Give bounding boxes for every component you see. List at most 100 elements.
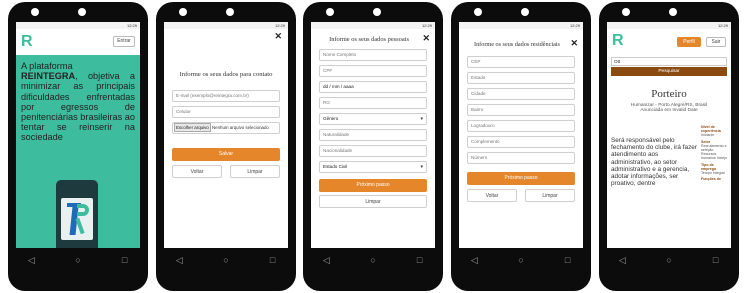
employment-type-label: Tipo de emprego [701, 162, 717, 171]
file-status: Nenhum arquivo selecionado [211, 125, 269, 130]
choose-file-button[interactable]: Escolher arquivo [174, 123, 211, 132]
brand-name: REINTEGRA [21, 71, 76, 82]
form-title: Informe os seus dados pessoais [329, 36, 409, 43]
camera-dot [474, 8, 482, 16]
close-icon[interactable]: ✕ [274, 31, 282, 42]
profile-button[interactable]: Perfil [677, 37, 701, 47]
cpf-field[interactable]: CPF [319, 65, 427, 77]
form-title: Informe os seus dados para contato [179, 71, 273, 78]
civil-status-select[interactable]: Estado Civil [319, 161, 427, 173]
street-field[interactable]: Logradouro [467, 120, 575, 132]
top-bar: R Perfil Sair [607, 29, 731, 55]
phone-frame-2: 12:29 ✕ Informe os seus dados para conta… [156, 2, 296, 291]
save-button[interactable]: Salvar [172, 148, 280, 161]
phone-frame-1: 12:29 R Entrar A plataforma REINTEGRA, o… [8, 2, 148, 291]
logo: R [21, 33, 33, 50]
close-icon[interactable]: ✕ [570, 38, 578, 49]
nav-bar: ◁ ○ □ [599, 252, 739, 268]
sector-value: Recrutamento e seleção Recursos humanos … [701, 143, 727, 161]
next-step-button[interactable]: Próximo passo [319, 179, 427, 192]
back-nav-icon[interactable]: ◁ [17, 255, 45, 266]
neighborhood-field[interactable]: Bairro [467, 104, 575, 116]
rg-field[interactable]: RG [319, 97, 427, 109]
logout-button[interactable]: Sair [706, 37, 726, 47]
camera-dot [179, 8, 187, 16]
job-title: Porteiro [651, 88, 687, 100]
search-input[interactable]: Ott [611, 57, 727, 66]
back-button[interactable]: Voltar [172, 165, 222, 178]
number-field[interactable]: Número [467, 152, 575, 164]
address-data-screen: 12:29 ✕ Informe os seus dados residência… [459, 22, 583, 248]
illustration-logo [61, 198, 93, 240]
back-nav-icon[interactable]: ◁ [460, 255, 488, 266]
enter-button[interactable]: Entrar [113, 36, 135, 47]
recents-nav-icon[interactable]: □ [554, 255, 582, 265]
full-name-field[interactable]: Nome Completo [319, 49, 427, 61]
job-sidebar: Nível de experiência Iniciante Setor Rec… [699, 125, 727, 205]
sensor-dot [669, 8, 677, 16]
close-icon[interactable]: ✕ [422, 33, 430, 44]
intro-text: A plataforma REINTEGRA, objetiva a minim… [16, 55, 140, 143]
clear-button[interactable]: Limpar [525, 189, 575, 202]
nav-bar: ◁ ○ □ [8, 252, 148, 268]
recents-nav-icon[interactable]: □ [406, 255, 434, 265]
city-field[interactable]: Cidade [467, 88, 575, 100]
sensor-dot [78, 8, 86, 16]
form-title: Informe os seus dados residênciais [474, 41, 560, 48]
home-nav-icon[interactable]: ○ [655, 255, 683, 265]
button-row: Voltar Limpar [467, 189, 575, 202]
experience-value: Iniciante [701, 133, 715, 138]
back-nav-icon[interactable]: ◁ [312, 255, 340, 266]
sensor-dot [373, 8, 381, 16]
birthplace-field[interactable]: Naturalidade [319, 129, 427, 141]
top-bar: R Entrar [16, 29, 140, 55]
search-button[interactable]: Pesquisar [611, 67, 727, 76]
functions-label: Funções de [701, 177, 721, 182]
button-row: Voltar Limpar [172, 165, 280, 178]
home-nav-icon[interactable]: ○ [359, 255, 387, 265]
job-details: Será responsável pelo fechamento do club… [607, 125, 731, 205]
nationality-field[interactable]: Nacionalidade [319, 145, 427, 157]
sensor-dot [226, 8, 234, 16]
cep-field[interactable]: CEP [467, 56, 575, 68]
sensor-dot [521, 8, 529, 16]
status-bar: 12:29 [164, 22, 288, 29]
nav-bar: ◁ ○ □ [156, 252, 296, 268]
next-step-button[interactable]: Próximo passo [467, 172, 575, 185]
gender-select[interactable]: Gênero [319, 113, 427, 125]
home-nav-icon[interactable]: ○ [212, 255, 240, 265]
recents-nav-icon[interactable]: □ [702, 255, 730, 265]
file-upload[interactable]: Escolher arquivo Nenhum arquivo selecion… [172, 122, 280, 134]
intro-lead: A plataforma [21, 61, 73, 71]
experience-label: Nível de experiência [701, 125, 721, 134]
phone-frame-5: 12:29 R Perfil Sair Ott Pesquisar Portei… [599, 2, 739, 291]
nav-bar: ◁ ○ □ [303, 252, 443, 268]
back-button[interactable]: Voltar [467, 189, 517, 202]
recents-nav-icon[interactable]: □ [111, 255, 139, 265]
back-nav-icon[interactable]: ◁ [608, 255, 636, 266]
intro-body: , objetiva a minimizar as principais dif… [21, 71, 135, 143]
complement-field[interactable]: Complemento [467, 136, 575, 148]
nav-bar: ◁ ○ □ [451, 252, 591, 268]
email-field[interactable]: E-mail (exemplo@reintegra.com.br) [172, 90, 280, 102]
status-bar: 12:29 [311, 22, 435, 29]
home-nav-icon[interactable]: ○ [64, 255, 92, 265]
phone-frame-4: 12:29 ✕ Informe os seus dados residência… [451, 2, 591, 291]
home-nav-icon[interactable]: ○ [507, 255, 535, 265]
camera-dot [31, 8, 39, 16]
phone-field[interactable]: Celular [172, 106, 280, 118]
logo: R [612, 32, 624, 49]
clear-button[interactable]: Limpar [319, 195, 427, 208]
app-screens-showcase: 12:29 R Entrar A plataforma REINTEGRA, o… [0, 0, 747, 293]
back-nav-icon[interactable]: ◁ [165, 255, 193, 266]
job-description: Será responsável pelo fechamento do club… [611, 137, 697, 188]
state-field[interactable]: Estado [467, 72, 575, 84]
job-detail-screen: 12:29 R Perfil Sair Ott Pesquisar Portei… [607, 22, 731, 248]
clear-button[interactable]: Limpar [230, 165, 280, 178]
phone-illustration [56, 180, 98, 248]
status-bar: 12:29 [459, 22, 583, 29]
posted-date: Anunciada em Invalid Date [640, 108, 698, 113]
birthdate-field[interactable]: dd / mm / aaaa [319, 81, 427, 93]
recents-nav-icon[interactable]: □ [259, 255, 287, 265]
phone-frame-3: 12:29 ✕ Informe os seus dados pessoais N… [303, 2, 443, 291]
